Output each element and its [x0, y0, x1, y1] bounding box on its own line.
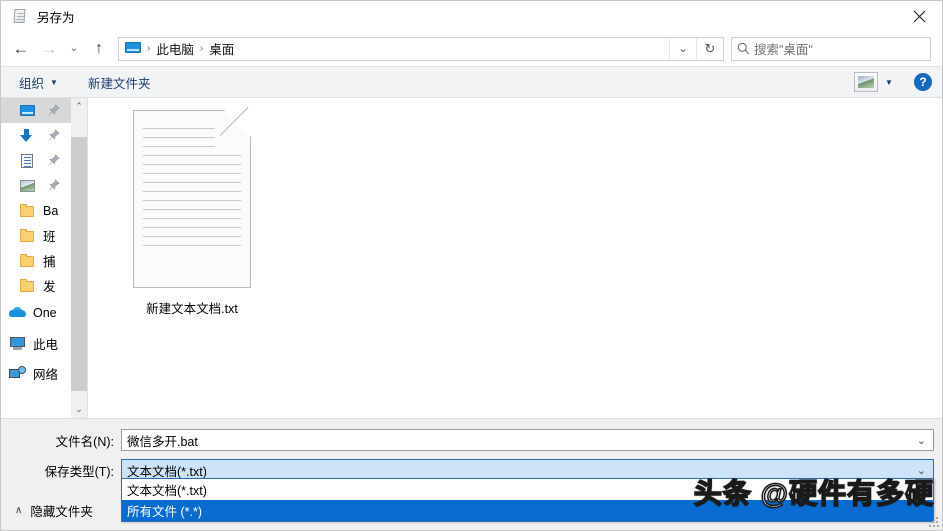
- this-pc-icon: [9, 335, 26, 351]
- chevron-down-icon: ▼: [50, 77, 58, 87]
- filename-label: 文件名(N):: [55, 434, 114, 449]
- close-icon[interactable]: [896, 1, 942, 31]
- documents-icon: [19, 153, 36, 169]
- sidebar-item-pictures[interactable]: [1, 173, 71, 198]
- breadcrumb-separator: ›: [147, 43, 151, 54]
- sidebar-item-onedrive[interactable]: One: [1, 298, 71, 328]
- pin-icon: [48, 178, 60, 193]
- command-toolbar: 组织 ▼ 新建文件夹 ▼ ?: [1, 66, 942, 98]
- back-button[interactable]: ←: [7, 35, 35, 63]
- sidebar-item-desktop[interactable]: [1, 98, 71, 123]
- window-title: 另存为: [37, 10, 75, 25]
- pin-icon: [48, 153, 60, 168]
- list-item[interactable]: 新建文本文档.txt: [132, 107, 252, 317]
- sidebar-item-folder-ba[interactable]: Ba: [1, 198, 71, 223]
- file-name-label: 新建文本文档.txt: [146, 302, 238, 316]
- sidebar-item-downloads[interactable]: [1, 123, 71, 148]
- breadcrumb-desktop[interactable]: 桌面: [209, 39, 234, 58]
- organize-label: 组织: [19, 76, 45, 91]
- sidebar-item-label: 网络: [33, 367, 59, 382]
- folder-icon: [19, 253, 36, 269]
- filetype-dropdown-list[interactable]: 文本文档(*.txt) 所有文件 (*.*): [121, 478, 934, 522]
- sidebar-item-documents[interactable]: [1, 148, 71, 173]
- view-options-icon[interactable]: [854, 72, 878, 92]
- search-input[interactable]: 搜索"桌面": [754, 39, 813, 58]
- dropdown-option-text[interactable]: 文本文档(*.txt): [122, 479, 933, 500]
- notepad-icon: [12, 8, 28, 24]
- filetype-value: 文本文档(*.txt): [127, 464, 207, 479]
- dialog-body: Ba 班 捕 发 One 此电 网络 ⌃ ⌄ 新建文本文档.txt: [1, 98, 942, 418]
- search-icon: [732, 42, 754, 55]
- filetype-label: 保存类型(T):: [44, 464, 114, 479]
- folder-icon: [19, 203, 36, 219]
- filename-input[interactable]: 微信多开.bat ⌄: [121, 429, 934, 451]
- sidebar-item-label: Ba: [43, 203, 59, 218]
- dropdown-option-all-files[interactable]: 所有文件 (*.*): [122, 500, 933, 521]
- sidebar-item-folder-bu[interactable]: 捕: [1, 248, 71, 273]
- sidebar-scrollbar[interactable]: ⌃ ⌄: [71, 98, 87, 418]
- organize-button[interactable]: 组织 ▼: [15, 67, 62, 97]
- refresh-icon[interactable]: ↻: [696, 37, 723, 60]
- filename-value: 微信多开.bat: [127, 434, 198, 449]
- onedrive-icon: [9, 305, 26, 321]
- forward-button[interactable]: →: [35, 35, 63, 63]
- sidebar-item-folder-ban[interactable]: 班: [1, 223, 71, 248]
- hide-folders-label: 隐藏文件夹: [30, 504, 93, 519]
- pin-icon: [48, 103, 60, 118]
- recent-locations-button[interactable]: ⌄: [63, 35, 85, 63]
- scroll-down-icon[interactable]: ⌄: [71, 401, 87, 418]
- text-file-icon: [133, 107, 251, 288]
- pictures-icon: [19, 178, 36, 194]
- filename-row: 文件名(N): 微信多开.bat ⌄: [1, 428, 942, 452]
- search-box[interactable]: 搜索"桌面": [731, 36, 931, 61]
- chevron-down-icon[interactable]: ⌄: [917, 434, 926, 447]
- resize-grip[interactable]: [929, 517, 939, 527]
- sidebar-item-label: 此电: [33, 337, 59, 352]
- desktop-monitor-icon: [125, 41, 141, 56]
- chevron-down-icon[interactable]: ⌄: [917, 464, 926, 477]
- breadcrumb-separator: ›: [199, 43, 204, 54]
- downloads-icon: [19, 128, 36, 144]
- save-form: 文件名(N): 微信多开.bat ⌄ 保存类型(T): 文本文档(*.txt) …: [1, 418, 942, 530]
- pin-icon: [48, 128, 60, 143]
- sidebar-item-label: 发: [43, 280, 56, 294]
- scroll-up-icon[interactable]: ⌃: [71, 98, 87, 115]
- sidebar-item-network[interactable]: 网络: [1, 358, 71, 388]
- sidebar-item-this-pc[interactable]: 此电: [1, 328, 71, 358]
- sidebar-item-folder-fa[interactable]: 发: [1, 273, 71, 298]
- navigation-bar: ← → ⌄ ↑ › 此电脑 › 桌面 ⌄ ↻ 搜索"桌面": [1, 31, 942, 66]
- navigation-pane: Ba 班 捕 发 One 此电 网络: [1, 98, 71, 418]
- title-bar: 另存为: [1, 1, 942, 31]
- sidebar-item-label: 捕: [43, 255, 56, 269]
- address-bar[interactable]: › 此电脑 › 桌面 ⌄ ↻: [118, 36, 724, 61]
- scrollbar-track[interactable]: [71, 115, 87, 401]
- scrollbar-thumb[interactable]: [71, 137, 87, 391]
- network-icon: [9, 365, 26, 381]
- sidebar-item-label: 班: [43, 230, 56, 244]
- help-icon[interactable]: ?: [914, 73, 932, 91]
- hide-folders-button[interactable]: ∧ 隐藏文件夹: [15, 501, 93, 520]
- new-folder-button[interactable]: 新建文件夹: [84, 67, 155, 97]
- file-list-pane[interactable]: 新建文本文档.txt: [87, 98, 942, 418]
- desktop-icon: [19, 103, 36, 119]
- up-button[interactable]: ↑: [85, 35, 113, 63]
- folder-icon: [19, 228, 36, 244]
- chevron-down-icon[interactable]: ⌄: [669, 37, 696, 60]
- save-as-dialog: 另存为 ← → ⌄ ↑ › 此电脑 › 桌面 ⌄ ↻ 搜索"桌面" 组织 ▼ 新…: [0, 0, 943, 531]
- sidebar-item-label: One: [33, 306, 57, 320]
- chevron-up-icon: ∧: [15, 504, 23, 516]
- chevron-down-icon[interactable]: ▼: [878, 78, 900, 87]
- breadcrumb-this-pc[interactable]: 此电脑: [156, 39, 194, 58]
- folder-icon: [19, 278, 36, 294]
